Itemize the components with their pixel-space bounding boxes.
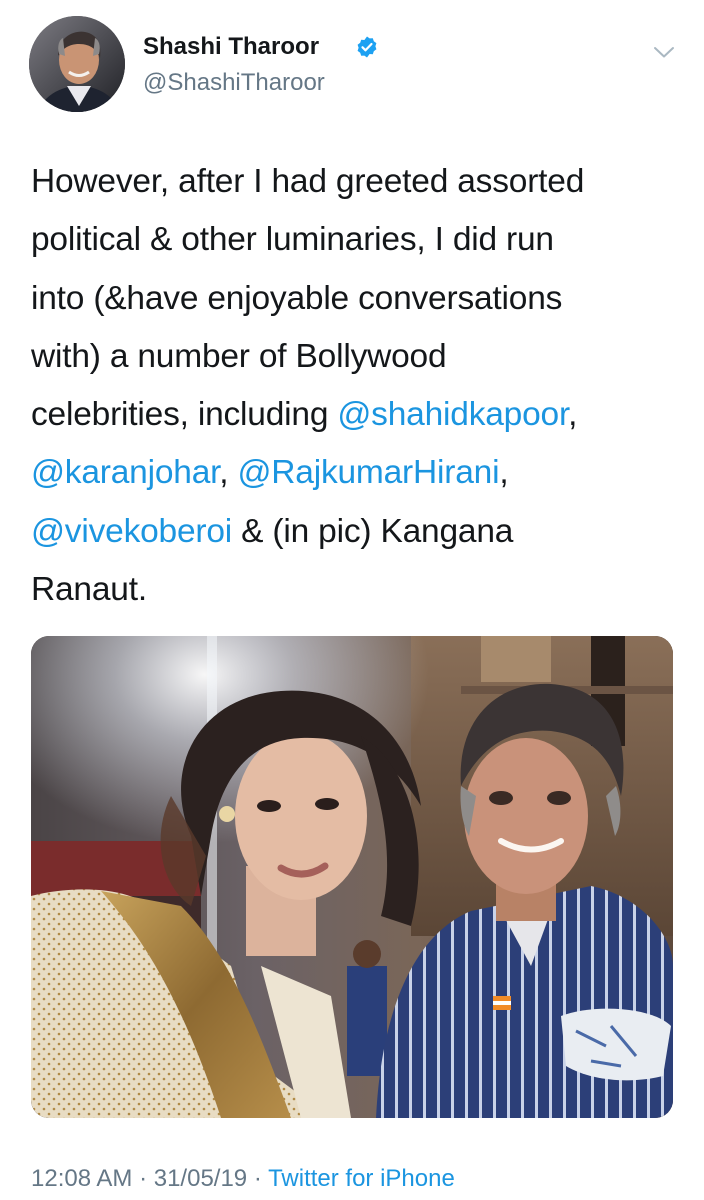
author-name[interactable]: Shashi Tharoor — [143, 30, 319, 64]
tweet-line: Ranaut. — [31, 571, 147, 609]
mention-link-rajkumarhirani[interactable]: @RajkumarHirani — [237, 454, 499, 491]
tweet-line: @vivekoberoi & (in pic) Kangana — [31, 503, 681, 561]
tweet-source-link[interactable]: Twitter for iPhone — [268, 1165, 455, 1192]
mention-link-karanjohar[interactable]: @karanjohar — [31, 454, 219, 491]
tweet-text-segment: , — [219, 454, 238, 492]
avatar[interactable] — [29, 16, 125, 112]
tweet-line: However, after I had greeted assorted — [31, 163, 585, 200]
author-handle[interactable]: @ShashiTharoor — [143, 66, 325, 100]
tweet-line: @karanjohar, @RajkumarHirani, — [31, 444, 681, 502]
tweet-text-segment: celebrities, including — [31, 396, 338, 434]
tweet-text-segment: , — [499, 454, 509, 492]
tweet-text: However, after I had greeted assorted po… — [31, 153, 681, 619]
tweet-text-segment: , — [568, 396, 578, 434]
meta-separator: · — [132, 1165, 154, 1192]
meta-separator: · — [247, 1165, 269, 1192]
tweet-time[interactable]: 12:08 AM — [31, 1165, 132, 1192]
mention-link-shahidkapoor[interactable]: @shahidkapoor — [337, 396, 568, 433]
tweet-line: with) a number of Bollywood — [31, 337, 447, 375]
tweet-meta: 12:08 AM · 31/05/19 · Twitter for iPhone — [31, 1162, 455, 1196]
tweet-line: political & other luminaries, I did run — [31, 221, 554, 259]
chevron-down-icon[interactable] — [652, 40, 676, 64]
tweet-text-segment: & (in pic) Kangana — [232, 512, 514, 550]
photo-image — [31, 636, 673, 1118]
tweet-photo[interactable] — [31, 636, 673, 1118]
tweet-date[interactable]: 31/05/19 — [154, 1165, 247, 1192]
avatar-image — [29, 16, 125, 112]
mention-link-vivekoberoi[interactable]: @vivekoberoi — [31, 513, 232, 550]
tweet-line: celebrities, including @shahidkapoor, — [31, 386, 681, 444]
tweet-card: Shashi Tharoor @ShashiTharoor However, a… — [0, 0, 704, 1200]
verified-badge-icon — [357, 36, 377, 58]
tweet-line: into (&have enjoyable conversations — [31, 279, 563, 317]
